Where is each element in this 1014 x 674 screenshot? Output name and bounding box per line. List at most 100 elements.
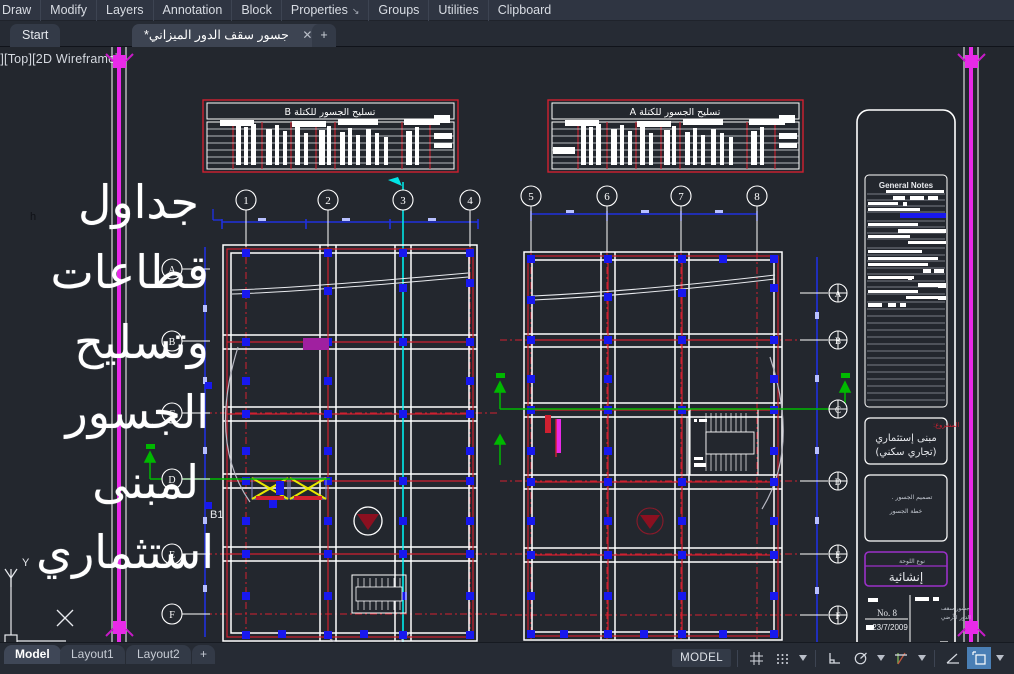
- file-tab-strip: Start *جسور سقف الدور الميزاني ✕ +: [0, 21, 1014, 47]
- overlay-small-h: h: [30, 211, 37, 223]
- ucs-icon: [4, 568, 66, 642]
- ucs-y-label: Y: [22, 557, 30, 569]
- snap-mode-icon[interactable]: [770, 647, 794, 669]
- model-space-toggle[interactable]: MODEL: [672, 649, 731, 667]
- snap-dropdown-icon[interactable]: [796, 647, 809, 669]
- grid-display-icon[interactable]: [744, 647, 768, 669]
- grid-bubble-top-5: 5: [528, 191, 534, 203]
- menu-item-draw-label: Draw: [2, 2, 32, 17]
- grid-bubble-top-1: 1: [243, 195, 249, 207]
- menu-item-properties[interactable]: Properties ↘: [282, 0, 370, 21]
- sheet-type-value: إنشائية: [889, 570, 923, 584]
- stair-detail-left: [351, 574, 407, 614]
- layout-tab-layout2[interactable]: Layout2: [126, 645, 191, 664]
- overlay-text-line-3: وتسليح: [74, 315, 209, 369]
- chevron-down-icon: ↘: [351, 5, 360, 16]
- crosshair-cursor: [56, 609, 74, 627]
- interior-detail-right: [545, 415, 688, 476]
- project-label: المشروع:: [933, 421, 959, 429]
- drawing-content-line1: تصميم الجسور .: [892, 494, 933, 501]
- add-layout-button[interactable]: +: [192, 645, 216, 664]
- menu-item-block[interactable]: Block: [232, 0, 282, 21]
- menu-item-annotation-label: Annotation: [162, 2, 223, 17]
- grid-lines-vertical-left: [245, 212, 471, 642]
- grid-bubbles-top-left: 1 2 3 4: [235, 189, 481, 247]
- drawing-canvas[interactable]: -][Top][2D Wireframe] تسليح الجسور للكتل…: [0, 47, 1014, 642]
- detail-marker-left: [353, 506, 383, 536]
- overlay-text-line-4: الجسور: [65, 385, 209, 439]
- annotation-scale-icon[interactable]: [967, 647, 991, 669]
- close-icon[interactable]: ✕: [302, 28, 312, 42]
- title-block-panel: General Notes المشروع: مبنى إستثماري (تج…: [856, 109, 971, 642]
- plus-icon: +: [320, 28, 328, 42]
- status-divider: [815, 649, 816, 667]
- object-snap-icon[interactable]: [889, 647, 913, 669]
- new-tab-button[interactable]: +: [312, 24, 336, 47]
- selected-object-magenta: [303, 338, 329, 350]
- menu-item-draw[interactable]: Draw: [0, 0, 42, 21]
- menu-item-utilities[interactable]: Utilities: [429, 0, 489, 21]
- menu-item-modify[interactable]: Modify: [41, 0, 97, 21]
- overlay-text-line-6: استثماري: [36, 525, 214, 579]
- status-bar-tools: MODEL: [672, 646, 1006, 670]
- grid-lines-horizontal-right: [500, 339, 830, 616]
- plus-icon: +: [200, 647, 208, 661]
- rebar-table-b-title: تسليح الجسور للكتلة B: [285, 107, 376, 118]
- project-name-line1: مبنى إستثماري: [875, 433, 937, 444]
- osnap-dropdown-icon[interactable]: [915, 647, 928, 669]
- autocad-window: Draw Modify Layers Annotation Block Prop…: [0, 0, 1014, 674]
- angle-measure-icon[interactable]: [941, 647, 965, 669]
- grid-bubble-left-F: F: [169, 610, 175, 621]
- sheet-type-label: نوع اللوحة: [899, 558, 925, 565]
- file-tab-active-drawing[interactable]: *جسور سقف الدور الميزاني ✕: [132, 24, 325, 47]
- overlay-text-line-5: لمبنى: [92, 455, 199, 509]
- polar-dropdown-icon[interactable]: [874, 647, 887, 669]
- rebar-table-block-a: تسليح الجسور للكتلة A: [547, 99, 804, 173]
- ortho-mode-icon[interactable]: [822, 647, 846, 669]
- status-divider: [934, 649, 935, 667]
- beam-selection-highlight: [251, 477, 327, 508]
- grid-bubble-right-E: E: [835, 550, 841, 560]
- grid-bubble-right-F: F: [835, 611, 840, 621]
- status-divider: [737, 649, 738, 667]
- annotation-dropdown-icon[interactable]: [993, 647, 1006, 669]
- grid-bubbles-right: A B C D E F: [800, 283, 848, 625]
- drawing-content-line2: خطة الجسور: [889, 508, 923, 515]
- layout-tab-layout1-label: Layout1: [71, 647, 114, 661]
- sheet-caption-line2: الدور الأرضي: [941, 613, 971, 621]
- grid-bubble-top-4: 4: [467, 195, 473, 207]
- model-space-label: MODEL: [680, 652, 723, 664]
- grid-bubble-top-2: 2: [325, 195, 331, 207]
- column-nodes-left: [205, 249, 474, 639]
- menu-item-groups-label: Groups: [378, 2, 420, 17]
- polar-tracking-icon[interactable]: [848, 647, 872, 669]
- grid-bubble-right-C: C: [835, 405, 841, 415]
- menu-item-layers-label: Layers: [106, 2, 144, 17]
- stair-detail-right: [689, 408, 759, 476]
- menu-item-block-label: Block: [241, 2, 272, 17]
- sheet-caption-line1: جسور سقف: [941, 606, 970, 612]
- general-notes-header: General Notes: [879, 181, 934, 190]
- grid-bubble-right-B: B: [835, 336, 841, 346]
- beam-label-b1: B1: [210, 509, 224, 521]
- menu-item-groups[interactable]: Groups: [369, 0, 430, 21]
- status-bar: Model Layout1 Layout2 + MODEL: [0, 642, 1014, 674]
- menu-item-clipboard[interactable]: Clipboard: [489, 0, 561, 21]
- menu-item-clipboard-label: Clipboard: [497, 2, 552, 17]
- grid-bubble-right-A: A: [835, 289, 842, 299]
- overlay-text-line-2: قطاعات: [50, 245, 209, 299]
- menu-item-annotation[interactable]: Annotation: [154, 0, 233, 21]
- sheet-number: No. 8: [877, 608, 897, 618]
- file-tab-start-label: Start: [22, 28, 49, 42]
- menu-item-utilities-label: Utilities: [438, 2, 479, 17]
- beam-outlines-left-plan: [222, 244, 478, 642]
- grid-bubble-top-8: 8: [754, 191, 760, 203]
- file-tab-start[interactable]: Start: [10, 24, 61, 47]
- ribbon-menu-bar: Draw Modify Layers Annotation Block Prop…: [0, 0, 1014, 21]
- menu-item-modify-label: Modify: [50, 2, 87, 17]
- menu-item-layers[interactable]: Layers: [97, 0, 154, 21]
- layout-tab-model[interactable]: Model: [4, 645, 61, 664]
- layout-tab-layout1[interactable]: Layout1: [60, 645, 125, 664]
- overlay-text-line-1: جداول: [78, 175, 199, 229]
- grid-bubble-top-7: 7: [678, 191, 684, 203]
